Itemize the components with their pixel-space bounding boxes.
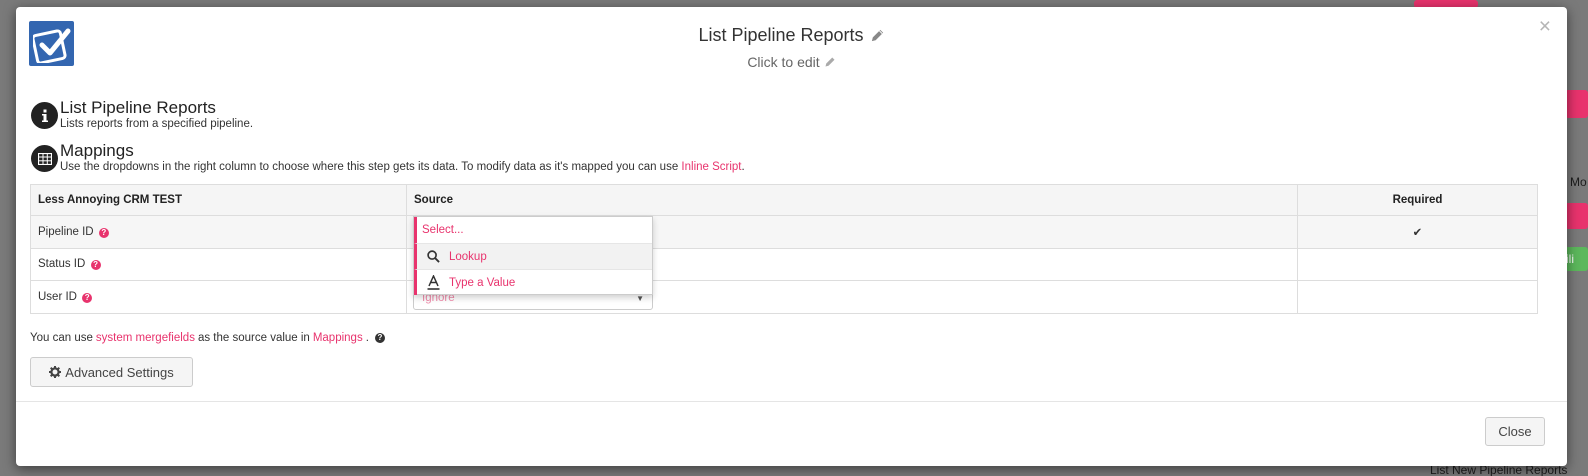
modal-subtitle[interactable]: Click to edit xyxy=(747,54,835,70)
pencil-icon[interactable] xyxy=(824,56,836,68)
field-name: User ID xyxy=(38,290,77,303)
table-header-row: Less Annoying CRM TEST Source Required xyxy=(30,184,1538,216)
column-header-required: Required xyxy=(1297,184,1538,216)
column-header-field: Less Annoying CRM TEST xyxy=(30,184,407,216)
required-cell: ✔ xyxy=(1297,215,1538,249)
mappings-table: Less Annoying CRM TEST Source Required P… xyxy=(30,184,1538,314)
source-dropdown: Select... Lookup Type a Value xyxy=(413,216,653,295)
modal-subtitle-text: Click to edit xyxy=(747,54,820,70)
inline-script-link[interactable]: Inline Script xyxy=(681,161,741,173)
dropdown-option-label: Lookup xyxy=(449,250,487,263)
info-icon xyxy=(31,102,58,129)
mappings-link[interactable]: Mappings xyxy=(313,332,363,344)
table-row: User ID ? xyxy=(30,280,1538,314)
field-cell: Status ID ? xyxy=(30,247,407,281)
modal-title[interactable]: List Pipeline Reports xyxy=(698,25,884,46)
table-icon xyxy=(31,145,58,172)
close-button[interactable]: Close xyxy=(1485,417,1545,446)
modal-title-text: List Pipeline Reports xyxy=(698,25,864,45)
footer-divider xyxy=(16,401,1567,402)
background-text: Mo xyxy=(1570,175,1587,189)
note-text: You can use xyxy=(30,332,93,344)
help-icon[interactable]: ? xyxy=(374,333,385,343)
help-icon[interactable]: ? xyxy=(90,260,101,271)
background-text: ili xyxy=(1566,252,1574,266)
text-format-icon xyxy=(425,275,441,290)
mappings-description-suffix: . xyxy=(741,161,745,173)
advanced-settings-label: Advanced Settings xyxy=(65,364,174,380)
table-row: Status ID ? xyxy=(30,247,1538,281)
field-name: Pipeline ID xyxy=(38,225,94,238)
modal-header: List Pipeline Reports Click to edit xyxy=(16,25,1567,72)
background-pill-pink xyxy=(1565,90,1588,118)
mappings-title: Mappings xyxy=(60,141,134,160)
required-cell xyxy=(1297,280,1538,314)
search-icon xyxy=(425,250,441,263)
table-row: Pipeline ID ? ✔ xyxy=(30,215,1538,249)
dropdown-option-lookup[interactable]: Lookup xyxy=(414,243,652,269)
advanced-settings-button[interactable]: Advanced Settings xyxy=(30,357,193,387)
info-title: List Pipeline Reports xyxy=(60,98,216,117)
note-text: . xyxy=(365,332,369,344)
mappings-section: Mappings Use the dropdowns in the right … xyxy=(31,141,745,174)
mergefields-note: You can use system mergefields as the so… xyxy=(30,332,385,344)
mappings-description: Use the dropdowns in the right column to… xyxy=(60,160,745,174)
field-cell: User ID ? xyxy=(30,280,407,314)
dropdown-option-label: Type a Value xyxy=(449,276,516,289)
field-name: Status ID xyxy=(38,258,86,271)
info-section: List Pipeline Reports Lists reports from… xyxy=(31,98,253,131)
required-cell xyxy=(1297,247,1538,281)
step-modal: × List Pipeline Reports Click to edit Li… xyxy=(16,7,1567,466)
dropdown-placeholder[interactable]: Select... xyxy=(414,217,652,243)
field-cell: Pipeline ID ? xyxy=(30,215,407,249)
help-icon[interactable]: ? xyxy=(98,227,109,238)
gear-icon xyxy=(49,366,62,378)
dropdown-placeholder-text: Select... xyxy=(422,224,464,236)
note-text: as the source value in xyxy=(197,332,310,344)
column-header-source: Source xyxy=(406,184,1298,216)
mappings-description-text: Use the dropdowns in the right column to… xyxy=(60,161,682,173)
system-mergefields-link[interactable]: system mergefields xyxy=(96,332,195,344)
background-pill-pink xyxy=(1565,203,1588,229)
dropdown-option-type-value[interactable]: Type a Value xyxy=(414,269,652,295)
info-description: Lists reports from a specified pipeline. xyxy=(60,118,254,130)
pencil-icon[interactable] xyxy=(870,28,885,43)
help-icon[interactable]: ? xyxy=(82,292,93,303)
